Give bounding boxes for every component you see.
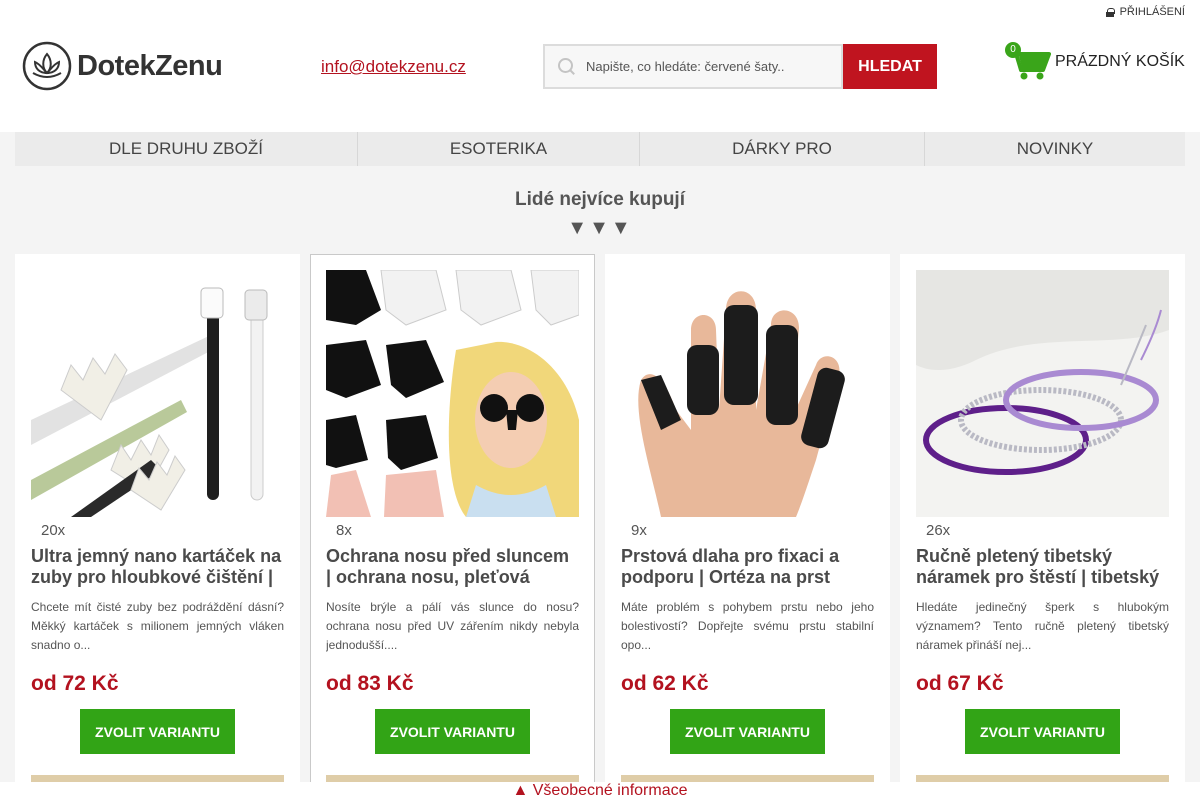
login-label: PŘIHLÁŠENÍ [1119,6,1185,18]
nav-item-darky-pro[interactable]: DÁRKY PRO [640,132,925,166]
site-header: PŘIHLÁŠENÍ DotekZenu info@dotekzenu.cz H… [0,0,1200,132]
main-navigation: DLE DRUHU ZBOŽÍ ESOTERIKA DÁRKY PRO NOVI… [15,132,1185,166]
toothbrush-image [31,270,284,517]
sold-count: 8x [336,522,352,539]
cart-count-badge: 0 [1005,42,1021,58]
product-card[interactable]: 26x Ručně pletený tibetský náramek pro š… [900,254,1185,800]
product-image[interactable] [326,270,579,517]
choose-variant-button[interactable]: ZVOLIT VARIANTU [965,709,1120,754]
choose-variant-button[interactable]: ZVOLIT VARIANTU [80,709,235,754]
general-info-toggle[interactable]: ▲ Všeobecné informace [0,782,1200,800]
bracelet-image [916,270,1169,517]
product-title[interactable]: Ochrana nosu před sluncem | ochrana nosu… [326,546,579,590]
search-button[interactable]: HLEDAT [843,44,937,89]
product-list: 20x Ultra jemný nano kartáček na zuby pr… [15,254,1185,800]
login-link[interactable]: PŘIHLÁŠENÍ [1105,6,1185,18]
nav-item-novinky[interactable]: NOVINKY [925,132,1185,166]
finger-splint-image [621,270,874,517]
search-input[interactable] [586,59,816,74]
nav-item-dle-druhu-zbozi[interactable]: DLE DRUHU ZBOŽÍ [15,132,358,166]
nose-protector-image [326,270,579,517]
lotus-icon [22,41,72,91]
product-title[interactable]: Ultra jemný nano kartáček na zuby pro hl… [31,546,284,590]
product-description: Hledáte jedinečný šperk s hlubokým význa… [916,600,1169,652]
sold-count: 9x [631,522,647,539]
logo[interactable]: DotekZenu [22,41,223,91]
product-description: Nosíte brýle a pálí vás slunce do nosu? … [326,600,579,652]
cart-icon-wrap: 0 [1005,42,1051,82]
lock-icon [1105,7,1115,17]
down-arrows-icon: ▼▼▼ [567,217,633,239]
choose-variant-button[interactable]: ZVOLIT VARIANTU [375,709,530,754]
nav-item-esoterika[interactable]: ESOTERIKA [358,132,640,166]
search-bar: HLEDAT [543,44,937,89]
product-price: od 62 Kč [621,672,709,695]
search-icon [558,57,576,76]
product-title[interactable]: Ručně pletený tibetský náramek pro štěst… [916,546,1169,590]
product-price: od 83 Kč [326,672,414,695]
product-image[interactable] [916,270,1169,517]
product-description: Chcete mít čisté zuby bez podráždění dás… [31,600,284,652]
sold-count: 20x [41,522,66,539]
product-description: Máte problém s pohybem prstu nebo jeho b… [621,600,874,652]
cart-link[interactable]: 0 PRÁZDNÝ KOŠÍK [1005,42,1185,82]
product-card[interactable]: 20x Ultra jemný nano kartáček na zuby pr… [15,254,300,800]
section-title: Lidé nejvíce kupují [515,189,685,210]
sold-count: 26x [926,522,951,539]
product-price: od 72 Kč [31,672,119,695]
search-field[interactable] [543,44,843,89]
logo-text: DotekZenu [77,49,223,82]
product-image[interactable] [31,270,284,517]
product-card[interactable]: 9x Prstová dlaha pro fixaci a podporu | … [605,254,890,800]
product-title[interactable]: Prstová dlaha pro fixaci a podporu | Ort… [621,546,874,590]
contact-email-link[interactable]: info@dotekzenu.cz [321,57,466,77]
product-card[interactable]: 8x Ochrana nosu před sluncem | ochrana n… [310,254,595,800]
choose-variant-button[interactable]: ZVOLIT VARIANTU [670,709,825,754]
product-image[interactable] [621,270,874,517]
product-price: od 67 Kč [916,672,1004,695]
cart-label: PRÁZDNÝ KOŠÍK [1055,53,1185,70]
